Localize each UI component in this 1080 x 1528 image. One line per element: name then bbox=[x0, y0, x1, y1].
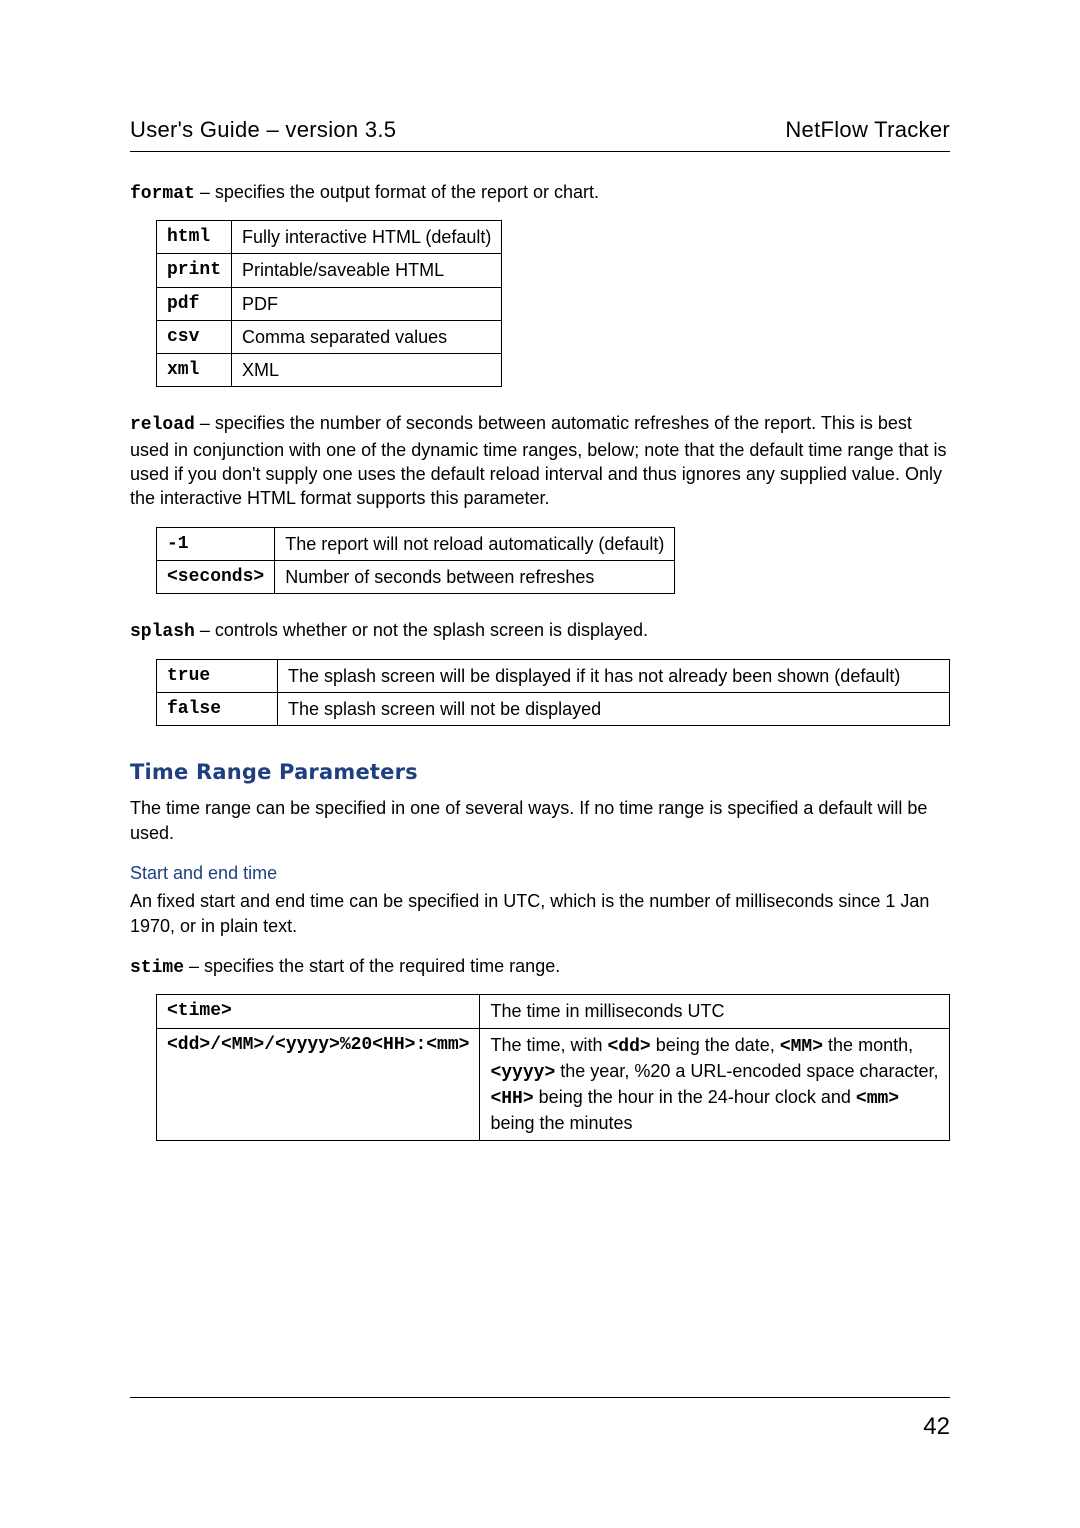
stime-key: <time> bbox=[157, 995, 480, 1028]
subheading-start-end: Start and end time bbox=[130, 861, 950, 885]
table-row: <seconds>Number of seconds between refre… bbox=[157, 560, 675, 593]
stime-key: <dd>/<MM>/<yyyy>%20<HH>:<mm> bbox=[157, 1028, 480, 1140]
reload-key: <seconds> bbox=[157, 560, 275, 593]
format-key: pdf bbox=[157, 287, 232, 320]
reload-val: The report will not reload automatically… bbox=[275, 527, 675, 560]
time-range-intro: The time range can be specified in one o… bbox=[130, 796, 950, 845]
table-row: falseThe splash screen will not be displ… bbox=[157, 692, 950, 725]
format-key: xml bbox=[157, 354, 232, 387]
table-row: csvComma separated values bbox=[157, 320, 502, 353]
table-row: <time> The time in milliseconds UTC bbox=[157, 995, 950, 1028]
param-reload-desc: – specifies the number of seconds betwee… bbox=[130, 413, 947, 508]
format-key: csv bbox=[157, 320, 232, 353]
stime-val: The time, with <dd> being the date, <MM>… bbox=[480, 1028, 950, 1140]
table-row: trueThe splash screen will be displayed … bbox=[157, 659, 950, 692]
format-key: html bbox=[157, 220, 232, 253]
param-reload-line: reload – specifies the number of seconds… bbox=[130, 411, 950, 510]
header-left: User's Guide – version 3.5 bbox=[130, 115, 396, 145]
stime-table: <time> The time in milliseconds UTC <dd>… bbox=[156, 994, 950, 1140]
reload-val: Number of seconds between refreshes bbox=[275, 560, 675, 593]
table-row: pdfPDF bbox=[157, 287, 502, 320]
param-reload-name: reload bbox=[130, 415, 195, 435]
table-row: printPrintable/saveable HTML bbox=[157, 254, 502, 287]
table-row: htmlFully interactive HTML (default) bbox=[157, 220, 502, 253]
format-val: Fully interactive HTML (default) bbox=[232, 220, 502, 253]
param-splash-line: splash – controls whether or not the spl… bbox=[130, 618, 950, 644]
header-rule bbox=[130, 151, 950, 152]
splash-key: false bbox=[157, 692, 278, 725]
splash-val: The splash screen will be displayed if i… bbox=[278, 659, 950, 692]
splash-val: The splash screen will not be displayed bbox=[278, 692, 950, 725]
table-row: xmlXML bbox=[157, 354, 502, 387]
header-right: NetFlow Tracker bbox=[785, 115, 950, 145]
param-format-desc: – specifies the output format of the rep… bbox=[195, 182, 599, 202]
param-format-name: format bbox=[130, 184, 195, 204]
page-number: 42 bbox=[923, 1411, 950, 1443]
format-val: PDF bbox=[232, 287, 502, 320]
reload-table: -1The report will not reload automatical… bbox=[156, 527, 675, 595]
section-heading-time-range: Time Range Parameters bbox=[130, 758, 950, 786]
document-page: User's Guide – version 3.5 NetFlow Track… bbox=[0, 0, 1080, 1528]
format-val: Printable/saveable HTML bbox=[232, 254, 502, 287]
param-format-line: format – specifies the output format of … bbox=[130, 180, 950, 206]
param-splash-name: splash bbox=[130, 622, 195, 642]
param-splash-desc: – controls whether or not the splash scr… bbox=[195, 620, 648, 640]
stime-val: The time in milliseconds UTC bbox=[480, 995, 950, 1028]
table-row: <dd>/<MM>/<yyyy>%20<HH>:<mm> The time, w… bbox=[157, 1028, 950, 1140]
param-stime-name: stime bbox=[130, 958, 184, 978]
splash-key: true bbox=[157, 659, 278, 692]
table-row: -1The report will not reload automatical… bbox=[157, 527, 675, 560]
format-val: Comma separated values bbox=[232, 320, 502, 353]
format-val: XML bbox=[232, 354, 502, 387]
format-table: htmlFully interactive HTML (default) pri… bbox=[156, 220, 502, 387]
reload-key: -1 bbox=[157, 527, 275, 560]
page-header: User's Guide – version 3.5 NetFlow Track… bbox=[130, 115, 950, 145]
param-stime-line: stime – specifies the start of the requi… bbox=[130, 954, 950, 980]
format-key: print bbox=[157, 254, 232, 287]
footer-rule bbox=[130, 1397, 950, 1398]
param-stime-desc: – specifies the start of the required ti… bbox=[184, 956, 560, 976]
splash-table: trueThe splash screen will be displayed … bbox=[156, 659, 950, 727]
start-end-body: An fixed start and end time can be speci… bbox=[130, 889, 950, 938]
